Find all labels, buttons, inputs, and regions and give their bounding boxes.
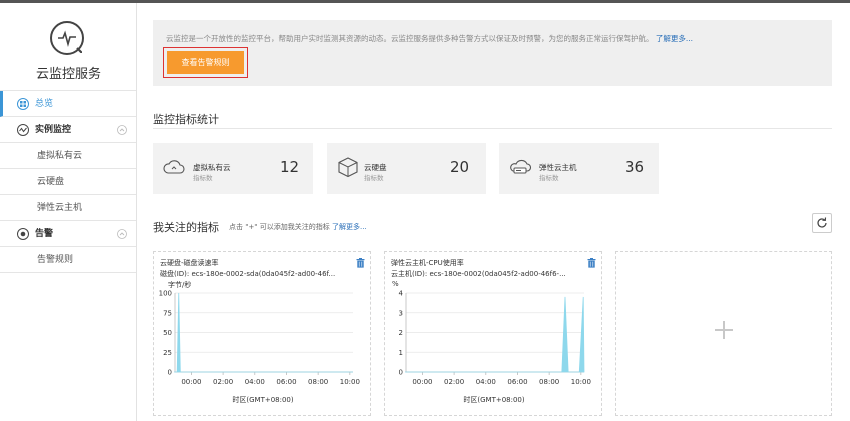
refresh-icon — [817, 217, 827, 228]
view-alarm-rules-button-frame: 查看告警规则 — [163, 47, 248, 78]
favorites-learn-more-link[interactable]: 了解更多... — [332, 223, 367, 231]
server-cloud-icon — [510, 159, 531, 174]
stat-card-vpc[interactable]: 虚拟私有云 指标数 12 — [153, 143, 313, 194]
sidebar-item-cloud-disk[interactable]: 云硬盘 — [0, 169, 136, 195]
x-tick-label: 06:00 — [507, 378, 527, 386]
learn-more-link[interactable]: 了解更多... — [656, 34, 693, 43]
sidebar-header: 云监控服务 — [0, 3, 136, 91]
x-tick-label: 04:00 — [245, 378, 265, 386]
sidebar-item-alarm-rules[interactable]: 告警规则 — [0, 247, 136, 273]
stat-card-sub: 指标数 — [539, 174, 559, 182]
favorites-hint-text: 点击 "+" 可以添加我关注的指标 — [229, 223, 330, 231]
trash-icon[interactable] — [587, 258, 596, 268]
cloud-vpc-icon — [163, 160, 185, 174]
stats-section-title: 监控指标统计 — [153, 113, 219, 126]
x-tick-label: 02:00 — [444, 378, 464, 386]
overview-icon — [17, 98, 29, 110]
chart-subtitle: 云主机(ID): ecs-180e-0002(0da045f2-ad00-46f… — [391, 270, 566, 278]
y-tick-label: 1 — [399, 349, 403, 357]
chart-title: 弹性云主机-CPU使用率 — [391, 259, 464, 267]
sidebar-item-label: 云硬盘 — [37, 177, 65, 187]
x-tick-label: 08:00 — [539, 378, 559, 386]
chart-card-disk-read: 云硬盘-磁盘读速率 磁盘(ID): ecs-180e-0002-sda(0da0… — [153, 251, 371, 416]
plus-icon — [715, 321, 733, 339]
chart-subtitle: 磁盘(ID): ecs-180e-0002-sda(0da045f2-ad00-… — [160, 270, 336, 278]
y-tick-label: 0 — [399, 369, 403, 377]
chart-y-unit: % — [392, 280, 399, 288]
chevron-up-icon[interactable] — [117, 125, 127, 135]
sidebar: 云监控服务 总览 实例监控 虚拟私有云 云硬盘 弹性云主机 告警 告警规则 — [0, 3, 137, 421]
disk-read-rate-chart: 100 75 50 25 0 00:00 02:00 04:00 06:00 08:00 10:00 — [159, 290, 360, 387]
monitor-wave-icon — [17, 124, 29, 136]
stat-card-sub: 指标数 — [193, 174, 213, 182]
y-tick-label: 25 — [163, 349, 172, 357]
sidebar-item-ecs[interactable]: 弹性云主机 — [0, 195, 136, 221]
intro-description: 云监控是一个开放性的监控平台，帮助用户实时监测其资源的动态。云监控服务提供多种告… — [166, 34, 654, 43]
stat-card-value: 36 — [625, 158, 645, 176]
stat-card-value: 20 — [450, 158, 470, 176]
chevron-up-icon[interactable] — [117, 229, 127, 239]
y-tick-label: 75 — [163, 309, 172, 317]
x-tick-label: 08:00 — [308, 378, 328, 386]
stat-card-value: 12 — [280, 158, 300, 176]
cloud-monitor-logo-icon — [50, 21, 84, 55]
sidebar-item-label: 实例监控 — [35, 125, 72, 135]
x-tick-label: 04:00 — [476, 378, 496, 386]
cpu-usage-chart: 4 3 2 1 0 00:00 02:00 04:00 06:00 08:00 10:00 — [399, 290, 591, 387]
stat-card-sub: 指标数 — [364, 174, 384, 182]
y-tick-label: 0 — [168, 369, 172, 377]
x-tick-label: 10:00 — [340, 378, 360, 386]
y-tick-label: 100 — [159, 290, 172, 298]
sidebar-item-label: 弹性云主机 — [37, 203, 83, 213]
y-tick-label: 50 — [163, 329, 172, 337]
sidebar-group-alarm[interactable]: 告警 — [0, 221, 136, 247]
chart-x-axis-title: 时区(GMT+08:00) — [463, 396, 525, 404]
sidebar-item-overview[interactable]: 总览 — [0, 91, 136, 117]
sidebar-title: 云监控服务 — [35, 67, 101, 82]
series-area — [405, 296, 585, 373]
sidebar-group-instance-monitor[interactable]: 实例监控 — [0, 117, 136, 143]
sidebar-item-label: 虚拟私有云 — [37, 151, 83, 161]
favorites-hint: 点击 "+" 可以添加我关注的指标 了解更多... — [229, 222, 367, 232]
x-tick-label: 06:00 — [276, 378, 296, 386]
alarm-icon — [17, 228, 29, 240]
view-alarm-rules-button[interactable]: 查看告警规则 — [167, 51, 244, 74]
add-metric-card[interactable] — [615, 251, 832, 416]
sidebar-item-label: 告警规则 — [37, 255, 74, 265]
stat-card-cloud-disk[interactable]: 云硬盘 指标数 20 — [327, 143, 486, 194]
y-tick-label: 3 — [399, 309, 403, 317]
chart-x-axis-title: 时区(GMT+08:00) — [232, 396, 294, 404]
y-tick-label: 4 — [399, 290, 404, 298]
x-tick-label: 00:00 — [412, 378, 432, 386]
section-divider — [153, 128, 832, 129]
x-tick-label: 00:00 — [181, 378, 201, 386]
intro-text: 云监控是一个开放性的监控平台，帮助用户实时监测其资源的动态。云监控服务提供多种告… — [166, 33, 693, 44]
sidebar-item-label: 告警 — [35, 229, 54, 239]
chart-card-cpu-usage: 弹性云主机-CPU使用率 云主机(ID): ecs-180e-0002(0da0… — [384, 251, 602, 416]
intro-banner: 云监控是一个开放性的监控平台，帮助用户实时监测其资源的动态。云监控服务提供多种告… — [153, 20, 832, 86]
refresh-button[interactable] — [812, 213, 832, 233]
chart-title: 云硬盘-磁盘读速率 — [160, 259, 219, 267]
x-tick-label: 10:00 — [571, 378, 591, 386]
sidebar-item-label: 总览 — [35, 99, 54, 109]
cube-disk-icon — [338, 157, 358, 178]
trash-icon[interactable] — [356, 258, 365, 268]
x-tick-label: 02:00 — [213, 378, 233, 386]
stat-card-ecs[interactable]: 弹性云主机 指标数 36 — [499, 143, 659, 194]
favorites-title: 我关注的指标 — [153, 221, 219, 234]
sidebar-item-vpc[interactable]: 虚拟私有云 — [0, 143, 136, 169]
y-tick-label: 2 — [399, 329, 403, 337]
